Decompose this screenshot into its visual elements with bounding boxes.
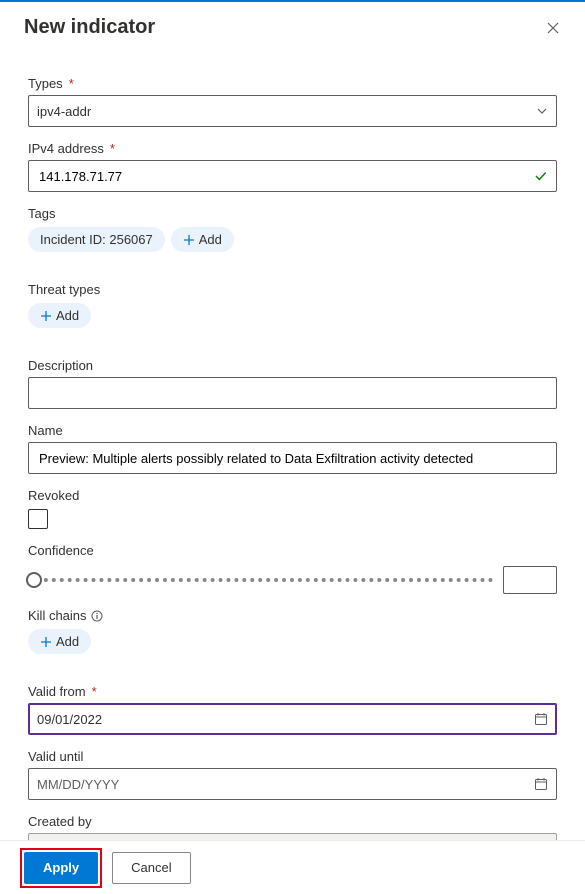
kill-chains-add-button[interactable]: Add [28,629,91,654]
apply-highlight-frame: Apply [20,848,102,888]
form-scroll-area[interactable]: Types * ipv4-addr IPv4 address * Tags Inci… [0,62,585,840]
cancel-button[interactable]: Cancel [112,852,190,884]
confidence-slider-thumb[interactable] [26,572,42,588]
field-name: Name [28,423,557,474]
types-label-text: Types [28,76,63,91]
confidence-value-input[interactable] [503,566,557,594]
kill-chains-add-label: Add [56,634,79,649]
calendar-icon[interactable] [534,712,548,726]
created-by-label: Created by [28,814,557,829]
valid-from-label-text: Valid from [28,684,86,699]
chevron-down-icon [536,105,548,117]
ipv4-label-text: IPv4 address [28,141,104,156]
field-confidence: Confidence [28,543,557,594]
field-created-by: Created by gbarnes@contoso.com [28,814,557,840]
plus-icon [40,310,52,322]
valid-until-label: Valid until [28,749,557,764]
kill-chains-label: Kill chains [28,608,557,623]
threat-types-add-button[interactable]: Add [28,303,91,328]
calendar-icon[interactable] [534,777,548,791]
field-kill-chains: Kill chains Add [28,608,557,654]
threat-types-pill-row: Add [28,303,557,328]
panel-title: New indicator [24,16,155,39]
field-valid-until: Valid until MM/DD/YYYY [28,749,557,800]
threat-types-add-label: Add [56,308,79,323]
valid-from-value: 09/01/2022 [37,712,102,727]
types-dropdown[interactable]: ipv4-addr [28,95,557,127]
types-label: Types * [28,76,557,91]
valid-until-input[interactable]: MM/DD/YYYY [28,768,557,800]
field-types: Types * ipv4-addr [28,76,557,127]
field-threat-types: Threat types Add [28,282,557,328]
required-asterisk: * [92,684,97,699]
tags-add-label: Add [199,232,222,247]
valid-from-label: Valid from * [28,684,557,699]
confidence-slider-row [28,566,557,594]
plus-icon [40,636,52,648]
required-asterisk: * [110,141,115,156]
footer: Apply Cancel [0,840,585,894]
name-input-wrapper [28,442,557,474]
required-asterisk: * [69,76,74,91]
confidence-label: Confidence [28,543,557,558]
revoked-checkbox[interactable] [28,509,48,529]
tags-add-button[interactable]: Add [171,227,234,252]
ipv4-input[interactable] [37,168,534,185]
description-input-wrapper [28,377,557,409]
valid-until-placeholder: MM/DD/YYYY [37,777,119,792]
description-input[interactable] [37,385,548,402]
field-valid-from: Valid from * 09/01/2022 [28,684,557,735]
revoked-label: Revoked [28,488,557,503]
kill-chains-label-text: Kill chains [28,608,87,623]
tag-pill[interactable]: Incident ID: 256067 [28,227,165,252]
panel-header: New indicator [0,2,585,47]
name-input[interactable] [37,450,548,467]
tag-pill-text: Incident ID: 256067 [40,232,153,247]
valid-from-input[interactable]: 09/01/2022 [28,703,557,735]
ipv4-label: IPv4 address * [28,141,557,156]
apply-button[interactable]: Apply [24,852,98,884]
close-icon[interactable] [545,20,561,36]
field-revoked: Revoked [28,488,557,529]
tags-label: Tags [28,206,557,221]
field-tags: Tags Incident ID: 256067 Add [28,206,557,252]
info-icon[interactable] [91,610,103,622]
tags-pill-row: Incident ID: 256067 Add [28,227,557,252]
confidence-slider[interactable] [28,578,493,582]
description-label: Description [28,358,557,373]
threat-types-label: Threat types [28,282,557,297]
kill-chains-pill-row: Add [28,629,557,654]
plus-icon [183,234,195,246]
field-description: Description [28,358,557,409]
name-label: Name [28,423,557,438]
ipv4-input-wrapper [28,160,557,192]
created-by-input: gbarnes@contoso.com [28,833,557,840]
types-value: ipv4-addr [37,104,91,119]
field-ipv4: IPv4 address * [28,141,557,192]
checkmark-icon [534,169,548,183]
